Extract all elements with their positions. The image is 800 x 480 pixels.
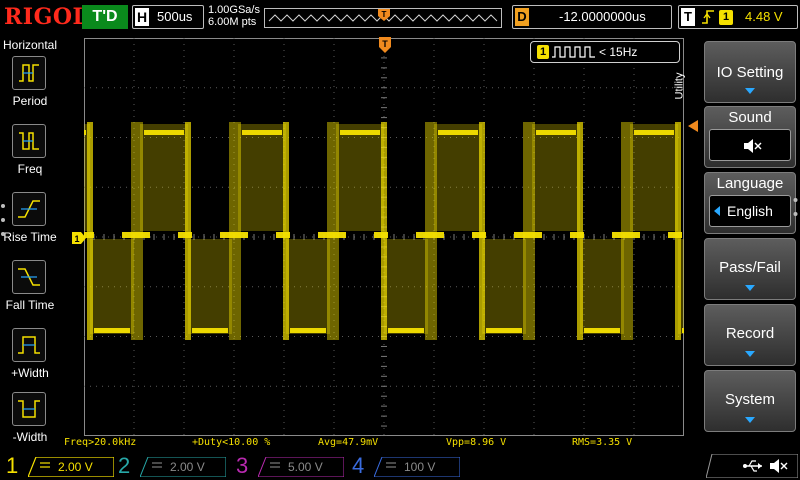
menu-label: Pass/Fail bbox=[719, 259, 781, 276]
usb-icon bbox=[743, 460, 762, 472]
pass-fail-button[interactable]: Pass/Fail bbox=[704, 238, 796, 300]
measure-duty[interactable]: +Duty<10.00 % bbox=[192, 437, 270, 448]
measure-category-title: Horizontal bbox=[2, 38, 58, 52]
memory-position-bar[interactable]: T bbox=[264, 8, 502, 28]
svg-text:1: 1 bbox=[74, 234, 79, 244]
waveform-display[interactable] bbox=[84, 38, 684, 436]
menu-label: System bbox=[724, 391, 775, 408]
horizontal-timebase-box[interactable]: H 500us bbox=[132, 5, 204, 29]
measure-label: Period bbox=[12, 94, 48, 108]
measure-label: Freq bbox=[17, 162, 43, 176]
language-value: English bbox=[727, 203, 773, 219]
measure-rms[interactable]: RMS=3.35 V bbox=[572, 437, 632, 448]
channel1-offset-marker-icon[interactable]: 1 bbox=[72, 232, 86, 244]
delay-box[interactable]: D -12.0000000us bbox=[512, 5, 672, 29]
io-setting-button[interactable]: IO Setting bbox=[704, 41, 796, 103]
system-button[interactable]: System bbox=[704, 370, 796, 432]
channel-4-number: 4 bbox=[352, 453, 365, 478]
period-icon bbox=[12, 56, 46, 90]
channel-4-scale-box: 100 V bbox=[374, 457, 460, 477]
channel-1-scale-box: 2.00 V bbox=[28, 457, 114, 477]
submenu-arrow-icon bbox=[745, 88, 755, 94]
top-status-bar: RIGOL T'D H 500us 1.00GSa/s 6.00M pts T … bbox=[0, 0, 800, 36]
delay-value: -12.0000000us bbox=[559, 9, 646, 24]
measure-freq[interactable]: Freq>20.0kHz bbox=[64, 437, 136, 448]
channel-3-scale-box: 5.00 V bbox=[258, 457, 344, 477]
speaker-muted-icon bbox=[744, 139, 762, 153]
measure-label: -Width bbox=[12, 430, 48, 444]
trigger-level-value: 4.48 V bbox=[745, 9, 783, 24]
submenu-arrow-icon bbox=[745, 285, 755, 291]
negative-width-icon bbox=[12, 392, 46, 426]
channel-2-scale-box: 2.00 V bbox=[140, 457, 226, 477]
svg-text:T: T bbox=[382, 10, 387, 19]
measure-vpp[interactable]: Vpp=8.96 V bbox=[446, 437, 506, 448]
measure-label: +Width bbox=[11, 366, 49, 380]
svg-text:T: T bbox=[382, 39, 388, 49]
fall-time-icon bbox=[12, 260, 46, 294]
menu-label: Record bbox=[725, 325, 775, 342]
submenu-arrow-icon bbox=[745, 351, 755, 357]
channel-1-number: 1 bbox=[6, 453, 19, 478]
measure-item-negative-width[interactable]: -Width bbox=[0, 392, 60, 458]
measure-item-rise-time[interactable]: Rise Time bbox=[0, 192, 60, 258]
counter-value: < 15Hz bbox=[599, 45, 638, 59]
rise-time-icon bbox=[12, 192, 46, 226]
trigger-box[interactable]: T 1 4.48 V bbox=[678, 5, 798, 29]
menu-knob-indicator-icon bbox=[793, 198, 798, 216]
run-status-badge[interactable]: T'D bbox=[82, 5, 128, 29]
channel-3-number: 3 bbox=[236, 453, 249, 478]
channel-2-number: 2 bbox=[118, 453, 131, 478]
rising-edge-icon bbox=[702, 10, 714, 24]
timebase-value: 500us bbox=[157, 9, 193, 24]
sample-rate: 1.00GSa/s bbox=[208, 4, 260, 16]
trigger-label: T bbox=[681, 8, 695, 26]
utility-menu-title-box: Utility bbox=[673, 60, 702, 120]
measure-label: Fall Time bbox=[5, 298, 55, 312]
channel-3-scale: 5.00 V bbox=[288, 460, 323, 474]
square-wave-icon bbox=[552, 46, 595, 58]
channel-1-scale: 2.00 V bbox=[58, 460, 93, 474]
menu-label: IO Setting bbox=[716, 64, 784, 81]
sound-button[interactable]: Sound bbox=[704, 106, 796, 168]
sound-state-box bbox=[709, 129, 791, 161]
measurement-bar: Freq>20.0kHz +Duty<10.00 % Avg=47.9mV Vp… bbox=[60, 436, 700, 450]
channel1-waveform bbox=[84, 122, 684, 340]
language-button[interactable]: Language English bbox=[704, 172, 796, 234]
memory-trigger-marker-icon: T bbox=[378, 9, 390, 21]
channel-4-scale: 100 V bbox=[404, 460, 436, 474]
counter-channel-badge: 1 bbox=[537, 45, 549, 59]
left-measure-menu: Horizontal Period Freq Rise Time Fall Ti… bbox=[0, 36, 60, 452]
menu-label: Language bbox=[716, 175, 784, 192]
frequency-counter[interactable]: 1 < 15Hz bbox=[530, 41, 680, 63]
record-button[interactable]: Record bbox=[704, 304, 796, 366]
measure-label: Rise Time bbox=[3, 230, 57, 244]
delay-label: D bbox=[515, 8, 529, 26]
language-value-box: English bbox=[709, 195, 791, 227]
measure-item-fall-time[interactable]: Fall Time bbox=[0, 260, 60, 326]
trigger-source-badge: 1 bbox=[719, 10, 733, 25]
sampling-info: 1.00GSa/s 6.00M pts bbox=[208, 4, 260, 28]
frequency-icon bbox=[12, 124, 46, 158]
speaker-muted-icon bbox=[770, 459, 788, 473]
submenu-arrow-icon bbox=[745, 417, 755, 423]
measure-item-period[interactable]: Period bbox=[0, 56, 60, 122]
measure-avg[interactable]: Avg=47.9mV bbox=[318, 437, 378, 448]
menu-knob-indicator-icon bbox=[1, 204, 5, 236]
channel-2-scale: 2.00 V bbox=[170, 460, 205, 474]
utility-menu-title: Utility bbox=[673, 72, 686, 100]
channel-bar: 1 2.00 V 2 2.00 V 3 5.00 V 4 100 V bbox=[0, 452, 800, 480]
positive-width-icon bbox=[12, 328, 46, 362]
status-icons bbox=[705, 453, 799, 479]
horizontal-label: H bbox=[135, 8, 149, 26]
trigger-level-marker-icon[interactable] bbox=[686, 120, 698, 132]
measure-item-freq[interactable]: Freq bbox=[0, 124, 60, 190]
menu-label: Sound bbox=[728, 109, 772, 126]
brand-logo: RIGOL bbox=[4, 4, 89, 30]
measure-item-positive-width[interactable]: +Width bbox=[0, 328, 60, 394]
trigger-position-marker-icon[interactable]: T bbox=[379, 37, 391, 57]
memory-depth: 6.00M pts bbox=[208, 16, 257, 28]
